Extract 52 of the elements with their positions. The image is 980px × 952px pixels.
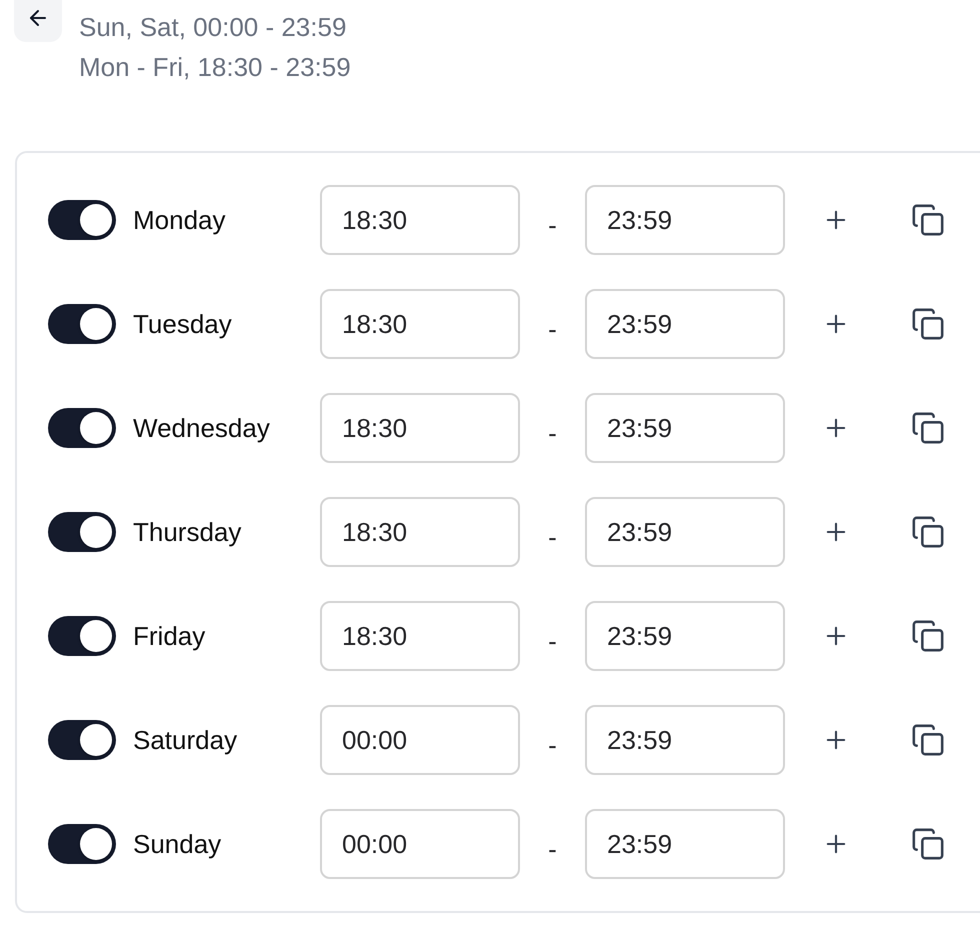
copy-icon — [911, 203, 945, 237]
start-time-field[interactable]: 18:30 — [320, 497, 520, 567]
range-separator: - — [548, 625, 557, 657]
copy-icon — [911, 411, 945, 445]
range-separator: - — [548, 313, 557, 345]
toggle-switch[interactable] — [48, 304, 116, 344]
day-label: Tuesday — [133, 308, 232, 340]
copy-icon — [911, 307, 945, 341]
end-time-field[interactable]: 23:59 — [585, 497, 785, 567]
start-time-field[interactable]: 00:00 — [320, 809, 520, 879]
range-separator: - — [548, 729, 557, 761]
copy-button[interactable] — [911, 515, 945, 549]
range-separator: - — [548, 521, 557, 553]
toggle-switch[interactable] — [48, 200, 116, 240]
day-label: Wednesday — [133, 412, 270, 444]
toggle-switch[interactable] — [48, 512, 116, 552]
end-time-field[interactable]: 23:59 — [585, 705, 785, 775]
back-button[interactable] — [14, 0, 62, 42]
copy-icon — [911, 723, 945, 757]
copy-button[interactable] — [911, 411, 945, 445]
start-time-field[interactable]: 18:30 — [320, 185, 520, 255]
copy-button[interactable] — [911, 723, 945, 757]
start-time-field[interactable]: 18:30 — [320, 289, 520, 359]
copy-button[interactable] — [911, 619, 945, 653]
range-separator: - — [548, 833, 557, 865]
end-time-field[interactable]: 23:59 — [585, 185, 785, 255]
toggle-switch[interactable] — [48, 616, 116, 656]
day-label: Friday — [133, 620, 206, 652]
toggle-switch[interactable] — [48, 720, 116, 760]
copy-button[interactable] — [911, 827, 945, 861]
range-separator: - — [548, 209, 557, 241]
start-time-field[interactable]: 18:30 — [320, 601, 520, 671]
copy-icon — [911, 515, 945, 549]
schedule-summary: Mon - Fri, 18:30 - 23:59 — [79, 51, 351, 84]
end-time-field[interactable]: 23:59 — [585, 393, 785, 463]
day-label: Sunday — [133, 828, 222, 860]
start-time-field[interactable]: 18:30 — [320, 393, 520, 463]
day-label: Saturday — [133, 724, 238, 756]
day-label: Monday — [133, 204, 226, 236]
copy-icon — [911, 619, 945, 653]
day-label: Thursday — [133, 516, 242, 548]
schedule-summary: Sun, Sat, 00:00 - 23:59 — [79, 11, 348, 44]
copy-button[interactable] — [911, 307, 945, 341]
toggle-switch[interactable] — [48, 408, 116, 448]
start-time-field[interactable]: 00:00 — [320, 705, 520, 775]
toggle-switch[interactable] — [48, 824, 116, 864]
end-time-field[interactable]: 23:59 — [585, 809, 785, 879]
range-separator: - — [548, 417, 557, 449]
end-time-field[interactable]: 23:59 — [585, 601, 785, 671]
end-time-field[interactable]: 23:59 — [585, 289, 785, 359]
copy-icon — [911, 827, 945, 861]
copy-button[interactable] — [911, 203, 945, 237]
